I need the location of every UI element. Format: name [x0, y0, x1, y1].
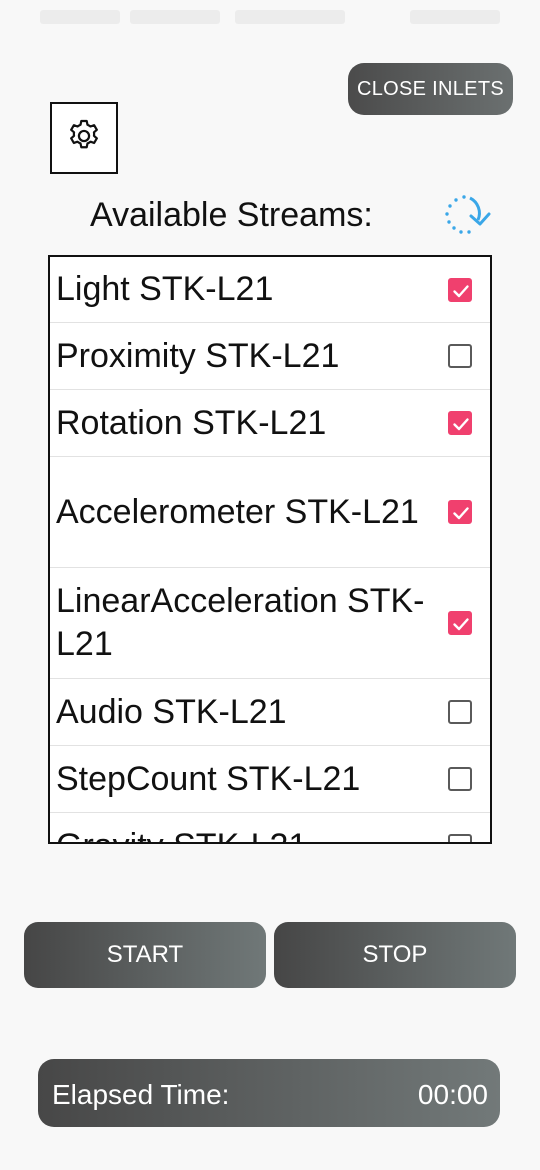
- close-inlets-button[interactable]: CLOSE INLETS: [348, 63, 513, 115]
- check-icon: [453, 284, 469, 297]
- gear-icon: [65, 117, 103, 160]
- status-bar: [0, 0, 540, 36]
- stream-checkbox[interactable]: [448, 411, 472, 435]
- check-icon: [453, 507, 469, 520]
- stream-row[interactable]: Light STK-L21: [50, 257, 490, 323]
- elapsed-time-value: 00:00: [417, 1079, 488, 1110]
- stream-list[interactable]: Light STK-L21 Proximity STK-L21 Rotation…: [48, 255, 492, 844]
- stream-checkbox[interactable]: [448, 277, 472, 302]
- available-streams-title: Available Streams:: [90, 196, 373, 234]
- stream-label: Light STK-L21: [56, 270, 274, 308]
- stream-label: LinearAcceleration STK-L21: [56, 582, 425, 663]
- stream-label: Rotation STK-L21: [56, 403, 327, 442]
- stream-checkbox[interactable]: [448, 834, 472, 842]
- stream-label: Gravity STK-L21: [56, 825, 426, 843]
- settings-button[interactable]: [50, 102, 118, 174]
- check-icon: [453, 618, 469, 631]
- stream-label: StepCount STK-L21: [56, 759, 361, 798]
- check-icon: [453, 418, 469, 431]
- stream-checkbox[interactable]: [448, 344, 472, 368]
- elapsed-time-bar: Elapsed Time: 00:00: [38, 1059, 500, 1127]
- start-button[interactable]: START: [24, 922, 266, 988]
- stream-row[interactable]: Gravity STK-L21: [50, 813, 490, 843]
- stream-row[interactable]: Rotation STK-L21: [50, 390, 490, 457]
- stream-label: Accelerometer STK-L21: [56, 492, 419, 531]
- stream-row[interactable]: Accelerometer STK-L21: [50, 457, 490, 568]
- stop-button[interactable]: STOP: [274, 922, 516, 988]
- stream-label: Proximity STK-L21: [56, 336, 340, 375]
- stream-row[interactable]: StepCount STK-L21: [50, 746, 490, 813]
- stream-row[interactable]: Audio STK-L21: [50, 679, 490, 746]
- stream-checkbox[interactable]: [448, 500, 472, 524]
- stream-checkbox[interactable]: [448, 700, 472, 724]
- elapsed-time-label: Elapsed Time:: [52, 1079, 230, 1110]
- stream-label: Audio STK-L21: [56, 692, 287, 731]
- stream-checkbox[interactable]: [448, 767, 472, 791]
- stream-row[interactable]: Proximity STK-L21: [50, 323, 490, 390]
- refresh-icon[interactable]: [440, 192, 492, 238]
- stream-row[interactable]: LinearAcceleration STK-L21: [50, 568, 490, 679]
- stream-checkbox[interactable]: [448, 611, 472, 635]
